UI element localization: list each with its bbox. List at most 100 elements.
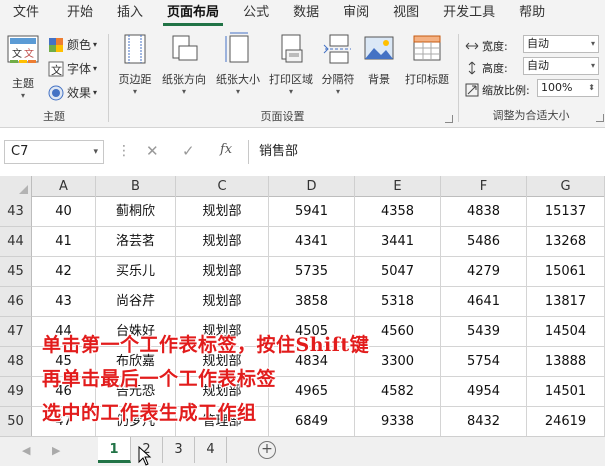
- cell-c46[interactable]: 规划部: [176, 287, 269, 317]
- cell-a46[interactable]: 43: [32, 287, 96, 317]
- cell-f50[interactable]: 8432: [441, 407, 527, 437]
- cell-f49[interactable]: 4954: [441, 377, 527, 407]
- cell-f43[interactable]: 4838: [441, 197, 527, 227]
- cell-a45[interactable]: 42: [32, 257, 96, 287]
- print-titles-button[interactable]: 打印标题: [401, 32, 453, 87]
- cell-a43[interactable]: 40: [32, 197, 96, 227]
- cell-f45[interactable]: 4279: [441, 257, 527, 287]
- background-button[interactable]: 背景: [361, 32, 397, 87]
- theme-button[interactable]: 文 文 主题 ▾: [6, 34, 40, 101]
- cell-f44[interactable]: 5486: [441, 227, 527, 257]
- tab-formulas[interactable]: 公式: [231, 0, 281, 28]
- cell-e49[interactable]: 4582: [355, 377, 441, 407]
- cell-c43[interactable]: 规划部: [176, 197, 269, 227]
- cell-g48[interactable]: 13888: [527, 347, 605, 377]
- column-header-e[interactable]: E: [355, 176, 441, 197]
- column-header-b[interactable]: B: [96, 176, 176, 197]
- sheet-tab-4[interactable]: 4: [195, 437, 227, 463]
- tab-help[interactable]: 帮助: [507, 0, 557, 28]
- chevron-down-icon: ▾: [93, 147, 98, 157]
- cell-d50[interactable]: 6849: [269, 407, 355, 437]
- row-header[interactable]: 50: [0, 407, 32, 437]
- cell-a44[interactable]: 41: [32, 227, 96, 257]
- insert-function-icon[interactable]: fx: [220, 142, 232, 157]
- tab-review[interactable]: 审阅: [331, 0, 381, 28]
- print-area-button[interactable]: 打印区域 ▾: [266, 32, 316, 97]
- cell-d45[interactable]: 5735: [269, 257, 355, 287]
- tab-file[interactable]: 文件: [0, 0, 51, 28]
- cell-g44[interactable]: 13268: [527, 227, 605, 257]
- cell-e45[interactable]: 5047: [355, 257, 441, 287]
- margins-button[interactable]: 页边距 ▾: [115, 32, 155, 97]
- cell-f47[interactable]: 5439: [441, 317, 527, 347]
- sheet-tab-1[interactable]: 1: [98, 437, 131, 463]
- size-button[interactable]: 纸张大小 ▾: [213, 32, 263, 97]
- column-header-g[interactable]: G: [527, 176, 605, 197]
- row-header[interactable]: 43: [0, 197, 32, 227]
- row-header[interactable]: 45: [0, 257, 32, 287]
- row-header[interactable]: 47: [0, 317, 32, 347]
- column-header-a[interactable]: A: [32, 176, 96, 197]
- cell-c45[interactable]: 规划部: [176, 257, 269, 287]
- height-label: 高度:: [482, 62, 508, 75]
- cell-g49[interactable]: 14501: [527, 377, 605, 407]
- cell-b44[interactable]: 洛芸茗: [96, 227, 176, 257]
- colors-button[interactable]: 颜色 ▾: [48, 36, 97, 53]
- cell-e46[interactable]: 5318: [355, 287, 441, 317]
- row-header[interactable]: 48: [0, 347, 32, 377]
- height-select[interactable]: 自动 ▾: [523, 57, 599, 75]
- row-header[interactable]: 46: [0, 287, 32, 317]
- cell-g43[interactable]: 15137: [527, 197, 605, 227]
- cell-f46[interactable]: 4641: [441, 287, 527, 317]
- tab-home[interactable]: 开始: [51, 0, 105, 28]
- cancel-icon[interactable]: ✕: [146, 142, 159, 160]
- cell-b45[interactable]: 买乐儿: [96, 257, 176, 287]
- dialog-launcher-icon[interactable]: [596, 114, 604, 122]
- cell-e50[interactable]: 9338: [355, 407, 441, 437]
- height-icon: [468, 61, 476, 75]
- cell-g50[interactable]: 24619: [527, 407, 605, 437]
- sheet-tab-bar: ◀ ▶ 1 2 3 4 +: [0, 436, 605, 466]
- orientation-button[interactable]: 纸张方向 ▾: [159, 32, 209, 97]
- column-header-c[interactable]: C: [176, 176, 269, 197]
- formula-input[interactable]: 销售部: [248, 140, 605, 164]
- cell-d46[interactable]: 3858: [269, 287, 355, 317]
- chevron-down-icon: ▾: [288, 87, 293, 96]
- sheet-tab-3[interactable]: 3: [163, 437, 195, 463]
- row-header[interactable]: 44: [0, 227, 32, 257]
- scroll-right-icon[interactable]: ▶: [52, 444, 60, 457]
- tab-page-layout[interactable]: 页面布局: [155, 0, 231, 28]
- cell-g45[interactable]: 15061: [527, 257, 605, 287]
- enter-icon[interactable]: ✓: [182, 142, 195, 160]
- cell-d44[interactable]: 4341: [269, 227, 355, 257]
- effects-button[interactable]: 效果 ▾: [48, 84, 97, 101]
- cell-c44[interactable]: 规划部: [176, 227, 269, 257]
- effects-icon: [48, 85, 64, 100]
- width-select[interactable]: 自动 ▾: [523, 35, 599, 53]
- cell-e44[interactable]: 3441: [355, 227, 441, 257]
- tab-data[interactable]: 数据: [281, 0, 331, 28]
- cell-b46[interactable]: 尚谷芹: [96, 287, 176, 317]
- cell-f48[interactable]: 5754: [441, 347, 527, 377]
- fonts-button[interactable]: 文 字体 ▾: [48, 60, 97, 77]
- cell-g46[interactable]: 13817: [527, 287, 605, 317]
- dialog-launcher-icon[interactable]: [445, 115, 453, 123]
- name-box[interactable]: C7 ▾: [4, 140, 104, 164]
- cell-d49[interactable]: 4965: [269, 377, 355, 407]
- instruction-line-3: 选中的工作表生成工作组: [42, 402, 257, 424]
- tab-view[interactable]: 视图: [381, 0, 431, 28]
- row-header[interactable]: 49: [0, 377, 32, 407]
- tab-insert[interactable]: 插入: [105, 0, 155, 28]
- cell-e43[interactable]: 4358: [355, 197, 441, 227]
- column-header-f[interactable]: F: [441, 176, 527, 197]
- scroll-left-icon[interactable]: ◀: [22, 444, 30, 457]
- tab-developer[interactable]: 开发工具: [431, 0, 507, 28]
- breaks-button[interactable]: 分隔符 ▾: [318, 32, 358, 97]
- scale-spinner[interactable]: 100% ⬍: [537, 79, 599, 97]
- column-header-d[interactable]: D: [269, 176, 355, 197]
- select-all-button[interactable]: [0, 176, 32, 197]
- cell-b43[interactable]: 蓟桐欣: [96, 197, 176, 227]
- add-sheet-button[interactable]: +: [258, 441, 276, 459]
- cell-g47[interactable]: 14504: [527, 317, 605, 347]
- cell-d43[interactable]: 5941: [269, 197, 355, 227]
